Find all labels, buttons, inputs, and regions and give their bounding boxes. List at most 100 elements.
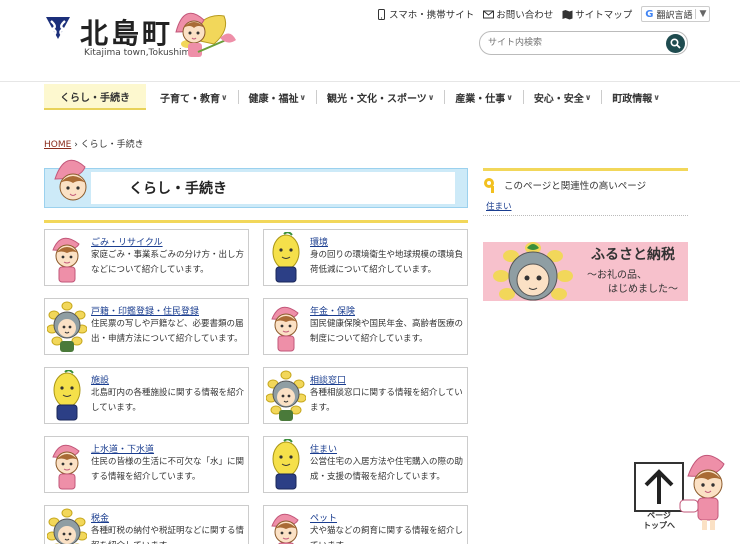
page-title: くらし・手続き [129, 181, 227, 197]
global-nav: くらし・手続き 子育て・教育 ∨ 健康・福祉 ∨ 観光・文化・スポーツ ∨ 産業・仕事… [44, 84, 694, 110]
furusato-banner[interactable]: ふるさと納税 ～お礼の品、 はじめました～ [483, 242, 688, 301]
util-label-sitemap: サイトマップ [575, 10, 633, 21]
util-link-contact[interactable]: お問い合わせ [483, 7, 553, 21]
title-underline [44, 220, 468, 223]
nav-item-kosodate[interactable]: 子育て・教育 ∨ [150, 84, 238, 110]
category-card-title[interactable]: ペット [310, 511, 337, 524]
sidebar-rule [483, 168, 688, 171]
category-card-title[interactable]: 税金 [91, 511, 109, 524]
nav-item-sangyo[interactable]: 産業・仕事 ∨ [445, 84, 523, 110]
category-card[interactable]: 環境身の回りの環境衛生や地球規模の環境負荷低減について紹介しています。 [263, 229, 468, 286]
category-card-description: 公営住宅の入居方法や住宅購入の際の助成・支援の情報を紹介しています。 [310, 457, 464, 482]
search-input[interactable] [488, 35, 658, 51]
category-card[interactable]: 相談窓口各種相談窓口に関する情報を紹介しています。 [263, 367, 468, 424]
category-card[interactable]: 住まい公営住宅の入居方法や住宅購入の際の助成・支援の情報を紹介しています。 [263, 436, 468, 493]
mascot-character-icon [53, 370, 81, 421]
nav-label: 健康・福祉 [248, 93, 299, 105]
town-emblem-icon [46, 17, 70, 39]
nav-item-kenko[interactable]: 健康・福祉 ∨ [239, 84, 317, 110]
map-icon [562, 9, 573, 19]
category-card[interactable]: 年金・保険国民健康保険や国民年金、高齢者医療の制度について紹介しています。 [263, 298, 468, 355]
category-card-description: 北島町内の各種施設に関する情報を紹介しています。 [91, 388, 245, 413]
mascot-character-icon [52, 444, 80, 490]
category-card-title[interactable]: 戸籍・印鑑登録・住民登録 [91, 304, 199, 317]
category-card-title[interactable]: 年金・保険 [310, 304, 355, 317]
mascot-character-icon [266, 370, 306, 421]
breadcrumb-separator: › [74, 140, 78, 150]
chevron-down-icon: ∨ [584, 92, 592, 102]
mascot-fairy-icon [54, 159, 87, 201]
category-card[interactable]: 施設北島町内の各種施設に関する情報を紹介しています。 [44, 367, 249, 424]
mascot-fairy-icon [175, 12, 236, 57]
nav-label: 産業・仕事 [455, 93, 506, 105]
utility-links: スマホ・携帯サイト お問い合わせ サイトマップ G 翻訳言語 ▼ [376, 6, 711, 22]
site-search [479, 31, 688, 55]
mascot-character-icon [271, 513, 299, 544]
nav-label: くらし・手続き [60, 92, 130, 104]
nav-label: 安心・安全 [533, 93, 584, 105]
category-card-description: 住民票の写しや戸籍など、必要書類の届出・申請方法について紹介しています。 [91, 319, 244, 344]
mail-icon [483, 10, 495, 18]
category-card-description: 犬や猫などの飼育に関する情報を紹介しています。 [310, 526, 464, 544]
mascot-character-icon [483, 242, 583, 301]
mascot-character-icon [271, 306, 299, 352]
key-icon [484, 178, 494, 193]
chevron-down-icon: ∨ [427, 92, 435, 102]
translate-select[interactable]: G 翻訳言語 ▼ [641, 6, 711, 22]
category-card[interactable]: 税金各種町税の納付や税証明などに関する情報を紹介しています。 [44, 505, 249, 544]
mascot-character-icon [272, 232, 300, 283]
translate-label: 翻訳言語 [656, 10, 693, 21]
site-header: 北島町 Kitajima town,Tokushima スマホ・携帯サイト お問… [0, 0, 740, 82]
translate-dropdown-icon: ▼ [695, 9, 706, 19]
related-heading: このページと関連性の高いページ [483, 175, 688, 195]
util-label-contact: お問い合わせ [496, 10, 554, 21]
page-title-banner: くらし・手続き [44, 159, 468, 208]
breadcrumb-home-link[interactable]: HOME [44, 140, 71, 150]
mascot-character-icon [52, 237, 80, 283]
util-label-mobile: スマホ・携帯サイト [389, 10, 475, 21]
mascot-fairy-icon [679, 454, 725, 530]
category-card[interactable]: ごみ・リサイクル家庭ごみ・事業系ごみの分け方・出し方などについて紹介しています。 [44, 229, 249, 286]
chevron-down-icon: ∨ [221, 92, 228, 102]
category-card-description: 国民健康保険や国民年金、高齢者医療の制度について紹介しています。 [310, 319, 464, 344]
nav-item-chosei[interactable]: 町政情報 ∨ [602, 84, 670, 110]
mascot-character-icon [47, 301, 87, 352]
breadcrumb: HOME › くらし・手続き [44, 137, 144, 150]
furusato-subtitle-1: ～お礼の品、 [587, 270, 647, 281]
furusato-title: ふるさと納税 [591, 247, 675, 263]
related-heading-text: このページと関連性の高いページ [504, 181, 647, 192]
mascot-character-icon [272, 439, 300, 490]
category-card[interactable]: ペット犬や猫などの飼育に関する情報を紹介しています。 [263, 505, 468, 544]
nav-item-anshin[interactable]: 安心・安全 ∨ [524, 84, 602, 110]
category-card-title[interactable]: 住まい [310, 442, 337, 455]
furusato-subtitle-2: はじめました～ [608, 284, 678, 295]
category-card[interactable]: 戸籍・印鑑登録・住民登録住民票の写しや戸籍など、必要書類の届出・申請方法について… [44, 298, 249, 355]
related-link-sumai[interactable]: 住まい [486, 200, 512, 212]
category-card-title[interactable]: 上水道・下水道 [91, 442, 154, 455]
nav-label: 観光・文化・スポーツ [327, 93, 427, 105]
sidebar-divider [483, 215, 688, 216]
category-card-title[interactable]: 環境 [310, 235, 328, 248]
chevron-down-icon: ∨ [506, 92, 513, 102]
category-card-description: 各種町税の納付や税証明などに関する情報を紹介しています。 [91, 526, 245, 544]
chevron-down-icon: ∨ [653, 92, 660, 102]
category-card-title[interactable]: ごみ・リサイクル [91, 235, 163, 248]
category-card[interactable]: 上水道・下水道住民の皆様の生活に不可欠な「水」に関する情報を紹介しています。 [44, 436, 249, 493]
smartphone-icon [378, 8, 385, 20]
search-button[interactable] [666, 34, 685, 53]
google-icon: G [645, 8, 654, 20]
category-card-title[interactable]: 相談窓口 [310, 373, 346, 386]
category-card-description: 家庭ごみ・事業系ごみの分け方・出し方などについて紹介しています。 [91, 250, 245, 275]
breadcrumb-current: くらし・手続き [80, 140, 144, 150]
nav-label: 子育て・教育 [160, 93, 220, 105]
search-icon [670, 38, 681, 49]
category-card-description: 住民の皆様の生活に不可欠な「水」に関する情報を紹介しています。 [91, 457, 245, 482]
category-card-description: 身の回りの環境衛生や地球規模の環境負荷低減について紹介しています。 [310, 250, 464, 275]
category-card-title[interactable]: 施設 [91, 373, 109, 386]
util-link-sitemap[interactable]: サイトマップ [562, 7, 632, 21]
nav-item-kanko[interactable]: 観光・文化・スポーツ ∨ [317, 84, 444, 110]
util-link-mobile[interactable]: スマホ・携帯サイト [376, 7, 474, 21]
category-card-description: 各種相談窓口に関する情報を紹介しています。 [310, 388, 463, 413]
chevron-down-icon: ∨ [299, 92, 307, 102]
nav-item-kurashi[interactable]: くらし・手続き [44, 84, 146, 110]
